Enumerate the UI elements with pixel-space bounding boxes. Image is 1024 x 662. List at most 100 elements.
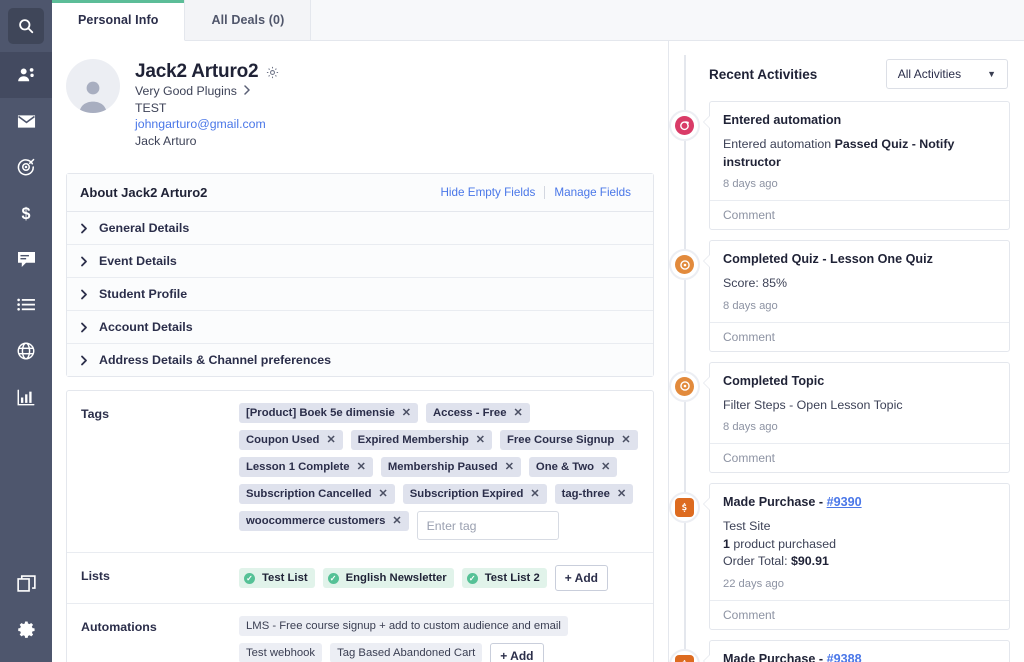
tag-label: Lesson 1 Complete <box>246 461 350 473</box>
main-area: Personal Info All Deals (0) Jack2 Arturo… <box>52 0 1024 662</box>
automation-chip[interactable]: Tag Based Abandoned Cart <box>330 643 483 662</box>
check-circle-icon: ✓ <box>327 572 339 584</box>
chevron-right-icon <box>243 83 251 100</box>
tag-chip[interactable]: [Product] Boek 5e dimensie ✕ <box>239 403 418 423</box>
profile-email[interactable]: johngarturo@gmail.com <box>135 116 279 133</box>
tag-label: Free Course Signup <box>507 434 615 446</box>
sidebar-item-lists[interactable] <box>0 282 52 328</box>
activity-detail-prefix: Entered automation <box>723 137 835 151</box>
tag-chip[interactable]: woocommerce customers ✕ <box>239 511 409 531</box>
profile-account-name: Jack Arturo <box>135 133 197 148</box>
tag-chip[interactable]: Expired Membership ✕ <box>350 430 492 450</box>
accordion-general-details[interactable]: General Details <box>67 212 653 245</box>
search-icon[interactable] <box>8 8 44 44</box>
sidebar-item-campaigns[interactable] <box>0 98 52 144</box>
activity-order-total-label: Order Total: <box>723 554 791 568</box>
tag-chip[interactable]: Access - Free ✕ <box>426 403 530 423</box>
tag-chip[interactable]: Lesson 1 Complete ✕ <box>239 457 373 477</box>
chevron-right-icon <box>80 223 88 234</box>
activity-body: Entered automation Entered automation Pa… <box>710 102 1009 200</box>
remove-tag-icon[interactable]: ✕ <box>505 461 514 473</box>
tag-chip[interactable]: One & Two ✕ <box>528 457 618 477</box>
sidebar-item-settings[interactable] <box>0 606 52 652</box>
activity-heading: Made Purchase - #9390 <box>723 495 996 509</box>
automations-row: Automations LMS - Free course signup + a… <box>67 604 653 662</box>
edit-contact-gear-icon[interactable] <box>266 66 279 79</box>
remove-tag-icon[interactable]: ✕ <box>621 434 630 446</box>
tab-personal-info[interactable]: Personal Info <box>52 0 186 41</box>
remove-tag-icon[interactable]: ✕ <box>601 461 610 473</box>
activity-card: Completed Quiz - Lesson One Quiz Score: … <box>703 240 1010 352</box>
remove-tag-icon[interactable]: ✕ <box>326 434 335 446</box>
topic-icon <box>675 376 694 396</box>
chevron-right-icon <box>80 355 88 366</box>
remove-tag-icon[interactable]: ✕ <box>530 488 539 500</box>
about-card-header: About Jack2 Arturo2 Hide Empty Fields Ma… <box>67 174 653 212</box>
sidebar-item-contacts[interactable] <box>0 52 52 98</box>
sidebar-item-website[interactable] <box>0 328 52 374</box>
activity-time: 8 days ago <box>723 299 778 312</box>
activities-filter-select[interactable]: All Activities ▼ <box>885 59 1008 89</box>
page-title: Jack2 Arturo2 <box>135 61 259 82</box>
sidebar-item-conversations[interactable] <box>0 236 52 282</box>
remove-tag-icon[interactable]: ✕ <box>476 434 485 446</box>
activity-comment-input[interactable]: Comment <box>710 200 1009 229</box>
contacts-icon <box>17 67 35 83</box>
remove-tag-icon[interactable]: ✕ <box>402 407 411 419</box>
tag-chip[interactable]: Subscription Expired ✕ <box>402 484 547 504</box>
remove-tag-icon[interactable]: ✕ <box>617 488 626 500</box>
list-label: Test List 2 <box>484 572 540 584</box>
activity-comment-input[interactable]: Comment <box>710 321 1009 351</box>
activity-time: 22 days ago <box>723 577 784 590</box>
sidebar-item-deals[interactable]: $ <box>0 190 52 236</box>
lists-values: ✓ Test List ✓ English Newsletter ✓ Test Lis… <box>239 553 653 603</box>
list-chip[interactable]: ✓ Test List <box>239 568 315 588</box>
accordion-student-profile[interactable]: Student Profile <box>67 278 653 311</box>
check-circle-icon: ✓ <box>466 572 478 584</box>
automation-chip[interactable]: Test webhook <box>239 643 323 662</box>
remove-tag-icon[interactable]: ✕ <box>379 488 388 500</box>
accordion-account-details[interactable]: Account Details <box>67 311 653 344</box>
sidebar-item-reports[interactable] <box>0 374 52 420</box>
activity-card: Made Purchase - #9390 Test Site 1 produc… <box>703 483 1010 630</box>
activity-comment-input[interactable]: Comment <box>710 599 1009 629</box>
order-link[interactable]: #9390 <box>827 495 862 509</box>
tag-label: Subscription Cancelled <box>246 488 372 500</box>
tag-chip[interactable]: Free Course Signup ✕ <box>500 430 638 450</box>
list-chip[interactable]: ✓ Test List 2 <box>461 568 547 588</box>
remove-tag-icon[interactable]: ✕ <box>392 515 401 527</box>
tag-label: [Product] Boek 5e dimensie <box>246 407 395 419</box>
manage-fields-link[interactable]: Manage Fields <box>545 186 640 199</box>
tag-chip[interactable]: Membership Paused ✕ <box>380 457 521 477</box>
add-automation-button[interactable]: + Add <box>490 643 544 662</box>
activity-heading-text: Made Purchase - <box>723 651 827 662</box>
profile-organization-label: Very Good Plugins <box>135 84 237 98</box>
accordion-event-details[interactable]: Event Details <box>67 245 653 278</box>
sidebar-item-apps[interactable] <box>0 560 52 606</box>
activity-products: 1 product purchased <box>723 536 996 554</box>
contact-details-column: Jack2 Arturo2 Very Good Plugins TEST joh… <box>52 41 668 662</box>
remove-tag-icon[interactable]: ✕ <box>513 407 522 419</box>
list-chip[interactable]: ✓ English Newsletter <box>322 568 454 588</box>
tag-input[interactable] <box>416 511 559 540</box>
profile-organization[interactable]: Very Good Plugins <box>135 83 279 100</box>
remove-tag-icon[interactable]: ✕ <box>357 461 366 473</box>
tag-chip[interactable]: Subscription Cancelled ✕ <box>239 484 395 504</box>
add-list-button[interactable]: + Add <box>554 565 608 591</box>
tag-chip[interactable]: Coupon Used ✕ <box>239 430 343 450</box>
activity-bullet <box>669 249 700 280</box>
accordion-address-details[interactable]: Address Details & Channel preferences <box>67 344 653 376</box>
sidebar-item-automations[interactable] <box>0 144 52 190</box>
activity-item: Made Purchase - #9390 Test Site 1 produc… <box>669 483 1010 630</box>
sidebar-item-search[interactable] <box>0 0 52 52</box>
hide-empty-fields-link[interactable]: Hide Empty Fields <box>431 186 544 199</box>
tab-all-deals[interactable]: All Deals (0) <box>185 0 312 40</box>
accordion-label: General Details <box>99 221 190 235</box>
activity-detail: Filter Steps - Open Lesson Topic <box>723 397 903 412</box>
automation-chip[interactable]: LMS - Free course signup + add to custom… <box>239 616 568 636</box>
content-split: Jack2 Arturo2 Very Good Plugins TEST joh… <box>52 41 1024 662</box>
order-link[interactable]: #9388 <box>827 652 862 662</box>
tag-chip[interactable]: tag-three ✕ <box>554 484 634 504</box>
tag-label: Membership Paused <box>387 461 498 473</box>
activity-comment-input[interactable]: Comment <box>710 443 1009 472</box>
